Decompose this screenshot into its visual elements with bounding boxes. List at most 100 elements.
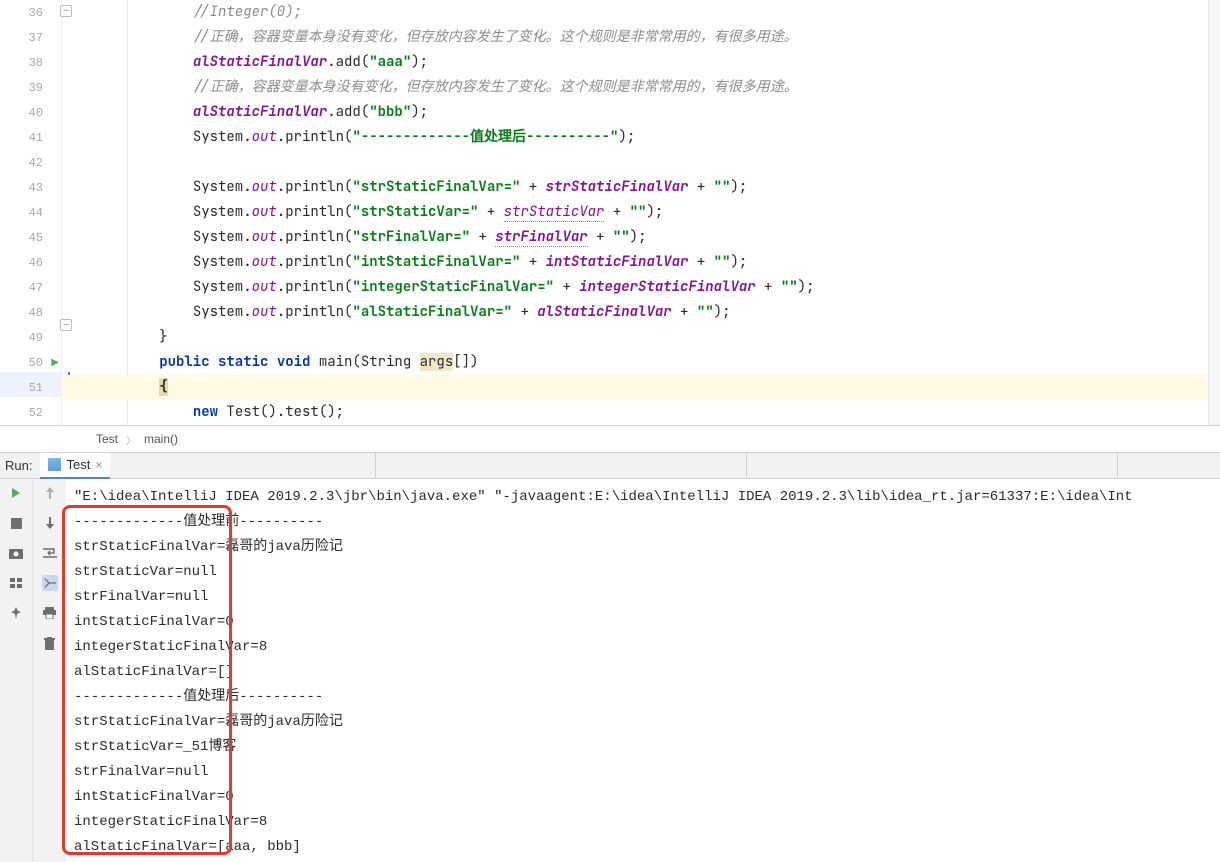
code-text: .println( <box>277 278 353 296</box>
code-text: + <box>512 303 537 321</box>
console-line: strStaticFinalVar=磊哥的java历险记 <box>74 710 1212 735</box>
code-text: + <box>520 253 545 271</box>
code-string: "intStaticFinalVar=" <box>352 253 520 271</box>
console-line: strStaticVar=_51博客 <box>74 735 1212 760</box>
code-string: "alStaticFinalVar=" <box>352 303 512 321</box>
code-brace-highlighted: { <box>159 378 167 396</box>
code-param-warn: args <box>420 353 454 371</box>
code-brace: } <box>159 328 167 346</box>
console-line: integerStaticFinalVar=8 <box>74 810 1212 835</box>
code-static: out <box>252 303 277 321</box>
code-text: main(String <box>310 353 419 371</box>
layout-icon[interactable] <box>8 575 24 591</box>
run-label: Run: <box>0 458 40 473</box>
line-number[interactable]: 52 <box>0 400 61 425</box>
line-number[interactable]: 46 <box>0 250 61 275</box>
code-keyword: void <box>268 353 310 371</box>
code-field: intStaticFinalVar <box>546 253 689 271</box>
trash-icon[interactable] <box>42 635 58 651</box>
code-static: out <box>252 128 277 146</box>
divider <box>375 453 376 478</box>
run-tab[interactable]: Test × <box>40 453 110 479</box>
line-number[interactable]: 43 <box>0 175 61 200</box>
code-field: alStaticFinalVar <box>537 303 671 321</box>
divider <box>1117 453 1118 478</box>
line-number[interactable]: 44 <box>0 200 61 225</box>
line-number[interactable]: 48 <box>0 300 61 325</box>
print-icon[interactable] <box>42 605 58 621</box>
line-number[interactable]: 36 <box>0 0 61 25</box>
line-number[interactable]: 45 <box>0 225 61 250</box>
console-line: -------------值处理前---------- <box>74 510 1212 535</box>
editor-scrollbar[interactable] <box>1208 0 1220 425</box>
line-number[interactable]: 37 <box>0 25 61 50</box>
down-arrow-icon[interactable] <box>42 515 58 531</box>
code-string: "" <box>613 228 630 246</box>
line-number[interactable]: 38 <box>0 50 61 75</box>
code-text: + <box>588 228 613 246</box>
line-number[interactable]: 50▶ <box>0 350 61 375</box>
code-field: alStaticFinalVar <box>193 53 327 71</box>
code-string: "" <box>714 253 731 271</box>
code-text: + <box>756 278 781 296</box>
code-text: + <box>604 203 629 221</box>
code-text: + <box>520 178 545 196</box>
header-separators <box>375 453 1220 478</box>
scroll-to-end-icon[interactable] <box>42 575 58 591</box>
code-string: "" <box>781 278 798 296</box>
code-text: + <box>470 228 495 246</box>
code-text: .println( <box>277 203 353 221</box>
run-toolbar-inner <box>33 479 66 862</box>
run-config-icon <box>48 458 61 471</box>
stop-icon[interactable] <box>8 515 24 531</box>
code-text: .println( <box>277 128 353 146</box>
close-icon[interactable]: × <box>95 458 102 472</box>
code-keyword: public <box>159 353 209 371</box>
breadcrumb-item[interactable]: main() <box>140 432 182 446</box>
code-text: .println( <box>277 303 353 321</box>
console-line: strStaticFinalVar=磊哥的java历险记 <box>74 535 1212 560</box>
line-number[interactable]: 40 <box>0 100 61 125</box>
code-text: .add( <box>327 103 369 121</box>
code-static: out <box>252 253 277 271</box>
code-text: .println( <box>277 253 353 271</box>
console-command: "E:\idea\IntelliJ IDEA 2019.2.3\jbr\bin\… <box>74 485 1212 510</box>
run-tool-header: Run: Test × <box>0 453 1220 479</box>
console-line: intStaticFinalVar=0 <box>74 610 1212 635</box>
up-arrow-icon[interactable] <box>42 485 58 501</box>
code-comment: //Integer(0); <box>193 3 302 21</box>
line-number[interactable]: 39 <box>0 75 61 100</box>
line-number[interactable]: 49 <box>0 325 61 350</box>
code-string: "" <box>630 203 647 221</box>
breadcrumb-item[interactable]: Test <box>92 432 122 446</box>
rerun-icon[interactable] <box>8 485 24 501</box>
run-tool-body: "E:\idea\IntelliJ IDEA 2019.2.3\jbr\bin\… <box>0 479 1220 862</box>
camera-icon[interactable] <box>8 545 24 561</box>
editor-pane: 36 37 38 39 40 41 42 43 44 45 46 47 48 4… <box>0 0 1220 426</box>
line-number[interactable]: 47 <box>0 275 61 300</box>
code-keyword: static <box>210 353 269 371</box>
code-text: .println( <box>277 228 353 246</box>
run-tab-label: Test <box>66 457 90 472</box>
code-text: System. <box>193 278 252 296</box>
breadcrumb-bar: Test 〉 main() <box>0 426 1220 453</box>
console-output[interactable]: "E:\idea\IntelliJ IDEA 2019.2.3\jbr\bin\… <box>66 479 1220 862</box>
code-field: strFinalVar <box>495 228 587 247</box>
code-text: ); <box>630 228 647 246</box>
console-line: strFinalVar=null <box>74 585 1212 610</box>
code-field: strStaticFinalVar <box>546 178 689 196</box>
run-gutter-icon[interactable]: ▶ <box>51 357 59 369</box>
code-text: + <box>672 303 697 321</box>
code-string: "bbb" <box>369 103 411 121</box>
line-number[interactable]: 42 <box>0 150 61 175</box>
code-string: "strStaticVar=" <box>352 203 478 221</box>
pin-icon[interactable] <box>8 605 24 621</box>
line-number[interactable]: 41 <box>0 125 61 150</box>
code-text: + <box>478 203 503 221</box>
soft-wrap-icon[interactable] <box>42 545 58 561</box>
code-text: System. <box>193 228 252 246</box>
code-editor[interactable]: //Integer(0); //正确，容器变量本身没有变化，但存放内容发生了变化… <box>62 0 1220 425</box>
line-number[interactable]: 51 <box>0 375 61 400</box>
console-line: alStaticFinalVar=[] <box>74 660 1212 685</box>
code-static: out <box>252 203 277 221</box>
